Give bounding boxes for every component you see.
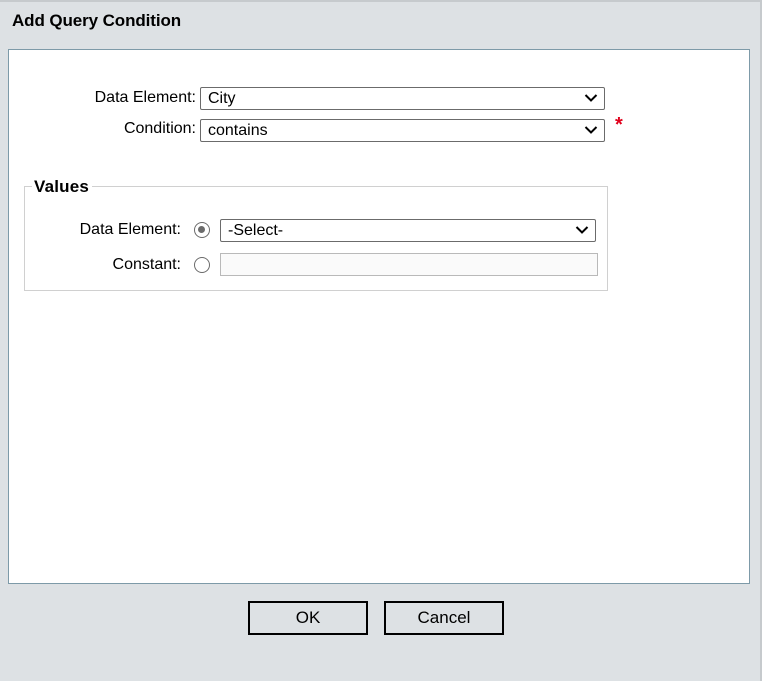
chevron-down-icon — [584, 94, 598, 102]
condition-label: Condition: — [123, 120, 196, 137]
data-element-label: Data Element: — [94, 89, 196, 106]
values-fieldset: Values Data Element: -Select- Constant: — [24, 177, 608, 291]
data-element-radio[interactable] — [194, 222, 210, 238]
cancel-button[interactable]: Cancel — [384, 601, 504, 635]
constant-radio[interactable] — [194, 257, 210, 273]
condition-select-value: contains — [208, 122, 268, 139]
constant-label: Constant: — [112, 256, 181, 273]
constant-input[interactable] — [220, 253, 598, 276]
values-data-element-label: Data Element: — [79, 221, 181, 238]
data-element-select-value: City — [208, 90, 236, 107]
required-indicator: * — [615, 114, 623, 136]
values-legend: Values — [32, 177, 93, 197]
ok-button[interactable]: OK — [248, 601, 368, 635]
chevron-down-icon — [584, 126, 598, 134]
condition-select[interactable]: contains — [200, 119, 605, 142]
values-data-element-select[interactable]: -Select- — [220, 219, 596, 242]
chevron-down-icon — [575, 226, 589, 234]
dialog-content-panel: Data Element: City Condition: contains *… — [8, 49, 750, 584]
dialog-title: Add Query Condition — [12, 11, 182, 30]
values-data-element-select-value: -Select- — [228, 222, 284, 239]
add-query-condition-dialog: Add Query Condition Data Element: City C… — [0, 0, 762, 681]
data-element-select[interactable]: City — [200, 87, 605, 110]
